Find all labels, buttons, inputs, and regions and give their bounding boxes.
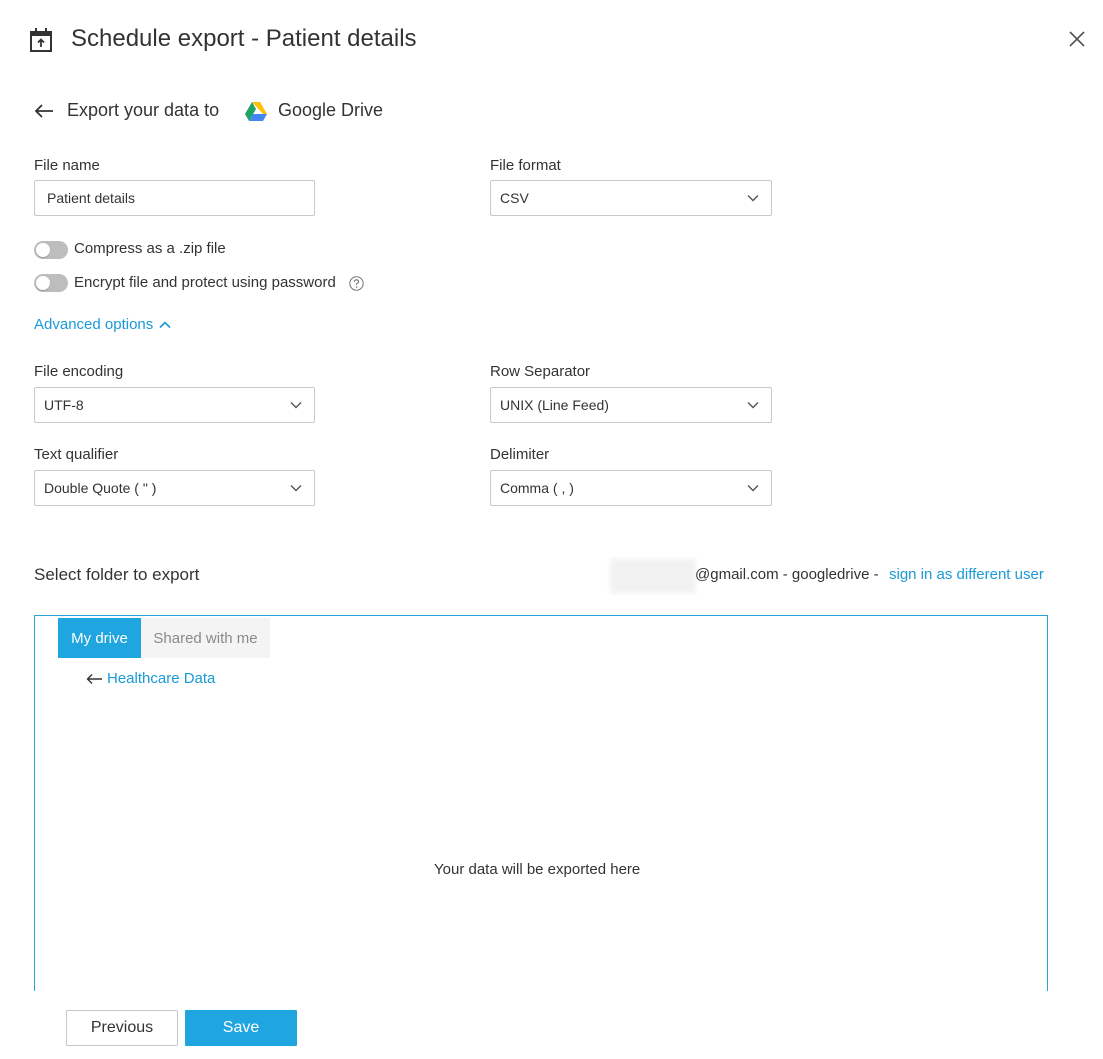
account-info: @gmail.com - googledrive - — [695, 566, 879, 583]
select-folder-label: Select folder to export — [34, 565, 200, 584]
delimiter-label: Delimiter — [490, 446, 550, 463]
help-icon[interactable] — [349, 276, 364, 291]
encrypt-label: Encrypt file and protect using password — [74, 274, 336, 291]
export-location-message: Your data will be exported here — [434, 861, 641, 878]
chevron-down-icon — [290, 485, 302, 492]
back-arrow-icon[interactable] — [33, 102, 55, 120]
chevron-up-icon — [159, 320, 171, 328]
previous-button[interactable]: Previous — [66, 1010, 178, 1046]
file-name-input[interactable] — [45, 190, 304, 206]
row-separator-label: Row Separator — [490, 363, 591, 380]
compress-toggle[interactable] — [34, 241, 68, 259]
calendar-export-icon — [30, 28, 52, 52]
row-separator-select[interactable]: UNIX (Line Feed) — [490, 387, 772, 423]
file-name-field[interactable] — [34, 180, 315, 216]
file-format-label: File format — [490, 157, 561, 174]
file-encoding-value: UTF-8 — [44, 397, 84, 413]
chevron-down-icon — [747, 402, 759, 409]
page-title: Schedule export - Patient details — [71, 25, 417, 52]
back-arrow-icon — [86, 673, 102, 684]
advanced-options-label: Advanced options — [34, 316, 154, 333]
breadcrumb-folder: Healthcare Data — [107, 670, 216, 687]
file-format-select[interactable]: CSV — [490, 180, 772, 216]
toggle-knob — [36, 276, 50, 290]
advanced-options-link[interactable]: Advanced options — [34, 316, 171, 333]
breadcrumb[interactable]: Healthcare Data — [86, 670, 215, 687]
redacted-email — [610, 559, 696, 593]
text-qualifier-value: Double Quote ( " ) — [44, 480, 157, 496]
chevron-down-icon — [747, 195, 759, 202]
save-button[interactable]: Save — [185, 1010, 297, 1046]
delimiter-select[interactable]: Comma ( , ) — [490, 470, 772, 506]
row-separator-value: UNIX (Line Feed) — [500, 397, 609, 413]
text-qualifier-label: Text qualifier — [34, 446, 119, 463]
compress-label: Compress as a .zip file — [74, 240, 226, 257]
google-drive-label: Google Drive — [278, 100, 384, 120]
toggle-knob — [36, 243, 50, 257]
delimiter-value: Comma ( , ) — [500, 480, 574, 496]
sign-in-different-user-link[interactable]: sign in as different user — [889, 566, 1044, 583]
text-qualifier-select[interactable]: Double Quote ( " ) — [34, 470, 315, 506]
file-encoding-label: File encoding — [34, 363, 124, 380]
export-destination-label: Export your data to — [67, 100, 220, 120]
tab-my-drive[interactable]: My drive — [58, 618, 141, 658]
encrypt-toggle[interactable] — [34, 274, 68, 292]
file-name-label: File name — [34, 157, 100, 174]
chevron-down-icon — [290, 402, 302, 409]
tab-shared-with-me[interactable]: Shared with me — [141, 618, 270, 658]
close-icon[interactable] — [1066, 28, 1088, 50]
file-encoding-select[interactable]: UTF-8 — [34, 387, 315, 423]
chevron-down-icon — [747, 485, 759, 492]
google-drive-icon — [245, 102, 267, 121]
file-format-value: CSV — [500, 190, 529, 206]
